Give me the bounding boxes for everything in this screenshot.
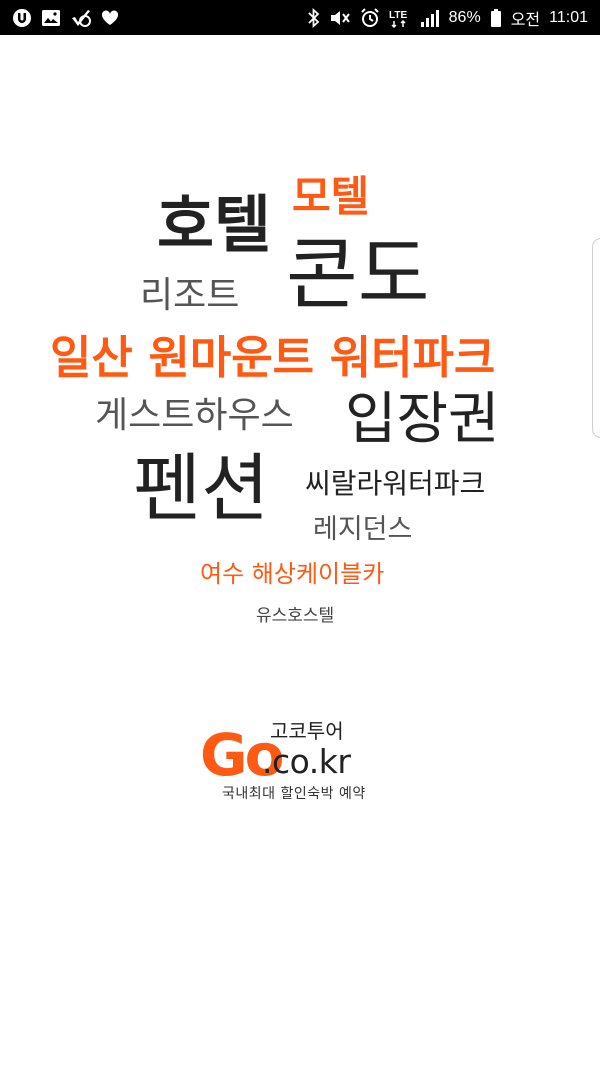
keyword-ilsan-onemount[interactable]: 일산 원마운트 워터파크 (50, 335, 495, 380)
status-left-icons (12, 8, 119, 28)
lte-icon: LTE (389, 8, 411, 28)
edge-panel-handle[interactable] (592, 238, 600, 438)
keyword-residence[interactable]: 레지던스 (313, 516, 412, 543)
keyword-guesthouse[interactable]: 게스트하우스 (95, 398, 294, 434)
svg-text:LTE: LTE (389, 10, 407, 21)
battery-icon (490, 8, 502, 28)
status-time: 11:01 (549, 8, 588, 26)
gocotour-logo: 고코투어 Go .co.kr 국내최대 할인숙박 예약 (200, 718, 405, 808)
keyword-youth-hostel[interactable]: 유스호스텔 (256, 608, 334, 625)
heart-icon (101, 9, 119, 26)
alarm-icon (360, 7, 380, 28)
keyword-pension[interactable]: 펜션 (133, 452, 269, 526)
status-bar: LTE 86% 오전 11:01 (0, 0, 600, 35)
battery-percent: 86% (448, 8, 481, 26)
mute-icon (329, 8, 351, 28)
signal-icon (420, 9, 440, 27)
keyword-condo[interactable]: 콘도 (286, 236, 430, 314)
logo-domain: .co.kr (262, 742, 351, 781)
gallery-icon (41, 9, 61, 27)
status-right-icons: LTE 86% 오전 11:01 (308, 6, 588, 30)
keyword-yeosu-cablecar[interactable]: 여수 해상케이블카 (200, 562, 384, 586)
status-ampm: 오전 (510, 11, 541, 29)
keyword-seara-waterpark[interactable]: 씨랄라워터파크 (305, 470, 485, 498)
bluetooth-icon (308, 7, 320, 28)
vpn-check-icon (70, 8, 92, 28)
notification-u-icon (12, 8, 32, 28)
keyword-hotel[interactable]: 호텔 (157, 194, 271, 256)
logo-tagline: 국내최대 할인숙박 예약 (222, 786, 366, 802)
keyword-ticket[interactable]: 입장권 (345, 392, 500, 448)
keyword-motel[interactable]: 모텔 (292, 176, 369, 218)
keyword-resort[interactable]: 리조트 (140, 278, 239, 314)
